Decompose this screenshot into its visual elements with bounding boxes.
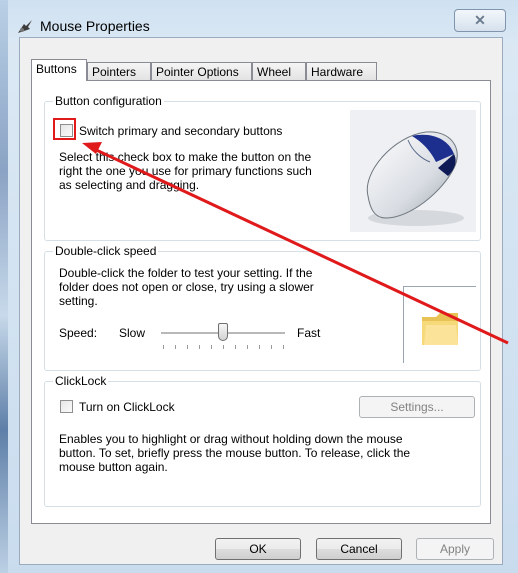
- button-config-description-1: Select this check box to make the button…: [59, 150, 312, 164]
- button-configuration-legend: Button configuration: [53, 94, 164, 108]
- clicklock-legend: ClickLock: [53, 374, 109, 388]
- clicklock-checkbox[interactable]: [60, 400, 73, 413]
- close-button[interactable]: ✕: [454, 9, 506, 32]
- slider-tick: [259, 345, 260, 349]
- test-folder-area[interactable]: [403, 286, 476, 363]
- button-config-description-2: right the one you use for primary functi…: [59, 164, 312, 178]
- slow-label: Slow: [119, 326, 146, 340]
- clicklock-label[interactable]: Turn on ClickLock: [79, 400, 175, 414]
- double-click-description-2: folder does not open or close, try using…: [59, 280, 314, 294]
- slider-tick: [187, 345, 188, 349]
- slider-tick: [283, 345, 284, 349]
- tab-pointer-options[interactable]: Pointer Options: [151, 62, 252, 80]
- apply-button[interactable]: Apply: [416, 538, 494, 560]
- double-click-speed-legend: Double-click speed: [53, 244, 159, 258]
- slider-tick: [175, 345, 176, 349]
- mouse-properties-window: Mouse Properties ✕ Buttons Pointers Poin…: [0, 0, 518, 573]
- folder-icon: [422, 313, 458, 345]
- slider-tick: [199, 345, 200, 349]
- fast-label: Fast: [297, 326, 321, 340]
- dialog-client-area: Buttons Pointers Pointer Options Wheel H…: [19, 37, 503, 565]
- speed-label: Speed:: [59, 326, 98, 340]
- speed-slider-thumb[interactable]: [218, 323, 228, 341]
- button-config-description-3: as selecting and dragging.: [59, 178, 200, 192]
- slider-tick: [223, 345, 224, 349]
- double-click-speed-group: Double-click speed Double-click the fold…: [44, 244, 481, 371]
- clicklock-description-1: Enables you to highlight or drag without…: [59, 432, 403, 446]
- tab-wheel[interactable]: Wheel: [252, 62, 306, 80]
- speed-slider-ticks: [163, 345, 285, 349]
- window-edge: [0, 0, 8, 573]
- tab-hardware[interactable]: Hardware: [306, 62, 377, 80]
- slider-tick: [235, 345, 236, 349]
- mouse-pointer-icon: [18, 20, 32, 33]
- checkbox-highlight-box: [53, 118, 76, 140]
- clicklock-description-3: mouse button again.: [59, 460, 168, 474]
- mouse-icon: [366, 131, 464, 226]
- slider-tick: [163, 345, 164, 349]
- slider-tick: [271, 345, 272, 349]
- double-click-description-1: Double-click the folder to test your set…: [59, 266, 313, 280]
- window-title: Mouse Properties: [40, 18, 150, 34]
- clicklock-group: ClickLock Turn on ClickLock Settings... …: [44, 374, 481, 507]
- switch-buttons-label[interactable]: Switch primary and secondary buttons: [79, 124, 282, 138]
- button-configuration-group: Button configuration Switch primary and …: [44, 94, 481, 241]
- buttons-tab-page: Button configuration Switch primary and …: [31, 80, 491, 524]
- title-bar[interactable]: Mouse Properties ✕: [8, 6, 513, 36]
- clicklock-settings-button[interactable]: Settings...: [359, 396, 475, 418]
- ok-button[interactable]: OK: [215, 538, 301, 560]
- double-click-description-3: setting.: [59, 294, 98, 308]
- clicklock-description-2: button. To set, briefly press the mouse …: [59, 446, 411, 460]
- cancel-button[interactable]: Cancel: [316, 538, 402, 560]
- slider-tick: [211, 345, 212, 349]
- tab-buttons[interactable]: Buttons: [31, 59, 87, 81]
- mouse-image: [350, 110, 476, 232]
- slider-tick: [247, 345, 248, 349]
- tab-pointers[interactable]: Pointers: [87, 62, 151, 80]
